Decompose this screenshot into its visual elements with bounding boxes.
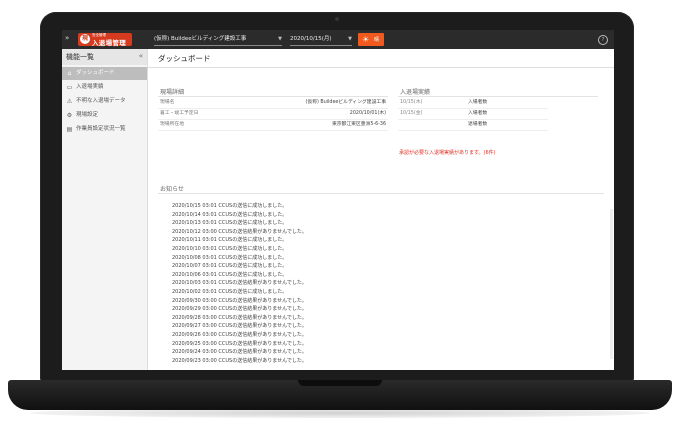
weather-button[interactable]: ☀ 晴 (358, 33, 384, 46)
attendance-label: 退場者数 (468, 122, 488, 127)
attendance-label: 入場者数 (468, 111, 488, 116)
laptop-base (8, 380, 672, 410)
sidebar-item-label: ダッシュボード (76, 70, 115, 76)
site-detail-value: (仮称) Buildeeビルディング建設工事 (305, 100, 386, 105)
attendance-date: 10/15(木) (400, 100, 423, 105)
weather-label: 晴 (374, 37, 380, 43)
logo-mark-icon: 現 (80, 34, 90, 44)
site-detail-label: 現場名 (160, 100, 175, 105)
sidebar-item-label: 不明な入退場データ (76, 98, 126, 104)
chevron-down-icon: ▼ (278, 36, 282, 42)
notice-item: 2020/10/07 03:01 CCUSの送信に成功しました。 (172, 263, 288, 270)
site-detail-value: 東京都江東区豊洲5-6-36 (331, 122, 386, 127)
notice-item: 2020/10/08 03:01 CCUSの送信に成功しました。 (172, 254, 288, 261)
sidebar-item-label: 作業員設定状況一覧 (76, 126, 126, 132)
section-divider (158, 193, 604, 194)
list-icon: ▤ (66, 126, 73, 133)
notice-item: 2020/09/29 03:00 CCUSの送信結果がありませんでした。 (172, 306, 307, 313)
notice-item: 2020/10/12 03:00 CCUSの送信結果がありませんでした。 (172, 228, 307, 235)
approval-warning[interactable]: 承認が必要な入退場実績があります。(6件) (399, 149, 496, 156)
sidebar-item-attendance[interactable]: ▭ 入退場実績 (62, 81, 147, 94)
notice-item: 2020/10/06 03:01 CCUSの送信に成功しました。 (172, 271, 288, 278)
home-icon: ⌂ (67, 70, 72, 77)
date-select[interactable]: 2020/10/15(月) ▼ (290, 34, 352, 46)
notice-item: 2020/09/23 03:00 CCUSの送信結果がありませんでした。 (172, 357, 307, 364)
sidebar-header: 機能一覧 « (62, 49, 147, 65)
site-detail-label: 現場所在地 (160, 122, 184, 127)
gear-icon: ⚙ (66, 112, 73, 119)
attendance-row: 10/15(木) 入場者数 (398, 98, 548, 109)
sidebar-item-label: 現場設定 (76, 112, 99, 118)
app-logo[interactable]: 現 安全管理 入退場管理 (78, 33, 132, 47)
sidebar-item-worker-status[interactable]: ▤ 作業員設定状況一覧 (62, 123, 147, 136)
site-select[interactable]: (仮称) Buildeeビルディング建設工事 ▼ (154, 34, 282, 46)
main-content: ダッシュボード 現場詳細 現場名 (仮称) Buildeeビルディング建設工事 … (148, 49, 614, 370)
app-screen: » 現 安全管理 入退場管理 (仮称) Buildeeビルディング建設工事 ▼ … (62, 30, 614, 370)
site-detail-row: 着工・竣工予定日 2020/10/01(木) (158, 109, 388, 120)
notice-item: 2020/09/25 03:00 CCUSの送信結果がありませんでした。 (172, 340, 307, 347)
warning-icon: ⚠ (66, 98, 73, 105)
notice-item: 2020/09/30 03:00 CCUSの送信結果がありませんでした。 (172, 297, 307, 304)
notice-item: 2020/10/02 03:01 CCUSの送信に成功しました。 (172, 289, 288, 295)
sun-icon: ☀ (362, 35, 370, 44)
attendance-date: 10/15(金) (400, 111, 423, 116)
notice-item: 2020/10/11 03:01 CCUSの送信に成功しました。 (172, 237, 288, 244)
attendance-heading: 入退場実績 (400, 89, 431, 96)
notice-item: 2020/09/24 03:00 CCUSの送信結果がありませんでした。 (172, 349, 307, 356)
sidebar: 機能一覧 « ⌂ ダッシュボード ▭ 入退場実績 ⚠ 不明な入退場データ ⚙ 現… (62, 49, 148, 370)
sidebar-title: 機能一覧 (66, 53, 94, 61)
notice-item: 2020/10/14 03:01 CCUSの送信に成功しました。 (172, 211, 288, 218)
sidebar-item-unknown-data[interactable]: ⚠ 不明な入退場データ (62, 95, 147, 108)
top-bar: » 現 安全管理 入退場管理 (仮称) Buildeeビルディング建設工事 ▼ … (62, 30, 614, 49)
laptop-notch (298, 380, 382, 386)
attendance-label: 入場者数 (468, 100, 488, 105)
notices-heading: お知らせ (160, 186, 184, 193)
site-detail-value: 2020/10/01(木) (349, 111, 386, 116)
notice-item: 2020/10/13 03:01 CCUSの送信に成功しました。 (172, 220, 288, 227)
scrollbar[interactable] (610, 209, 613, 359)
sidebar-item-site-settings[interactable]: ⚙ 現場設定 (62, 109, 147, 122)
help-icon[interactable]: ? (598, 35, 608, 45)
section-divider (158, 96, 388, 97)
site-select-value: (仮称) Buildeeビルディング建設工事 (154, 36, 247, 42)
site-detail-row: 現場所在地 東京都江東区豊洲5-6-36 (158, 120, 388, 131)
site-details-heading: 現場詳細 (160, 89, 185, 96)
attendance-row: 退場者数 (398, 120, 548, 131)
site-detail-row: 現場名 (仮称) Buildeeビルディング建設工事 (158, 98, 388, 109)
site-detail-label: 着工・竣工予定日 (160, 111, 199, 116)
notice-item: 2020/09/26 03:00 CCUSの送信結果がありませんでした。 (172, 332, 307, 338)
notice-item: 2020/10/10 03:01 CCUSの送信に成功しました。 (172, 246, 288, 252)
sidebar-item-label: 入退場実績 (76, 84, 104, 90)
expand-menu-icon[interactable]: » (65, 34, 69, 42)
calendar-icon: ▭ (66, 84, 73, 91)
collapse-sidebar-icon[interactable]: « (139, 52, 143, 60)
notice-item: 2020/10/15 03:01 CCUSの送信に成功しました。 (172, 203, 288, 209)
attendance-row: 10/15(金) 入場者数 (398, 109, 548, 120)
notice-item: 2020/09/28 03:00 CCUSの送信結果がありませんでした。 (172, 314, 307, 321)
date-select-value: 2020/10/15(月) (290, 36, 332, 42)
chevron-down-icon: ▼ (348, 36, 352, 42)
page-title: ダッシュボード (158, 54, 211, 63)
notice-item: 2020/09/27 03:00 CCUSの送信結果がありませんでした。 (172, 323, 307, 330)
camera-icon (335, 17, 339, 21)
section-divider (398, 96, 598, 97)
sidebar-item-dashboard[interactable]: ⌂ ダッシュボード (62, 67, 147, 80)
title-divider (148, 67, 614, 68)
notice-item: 2020/10/03 03:01 CCUSの送信結果がありませんでした。 (172, 280, 307, 287)
